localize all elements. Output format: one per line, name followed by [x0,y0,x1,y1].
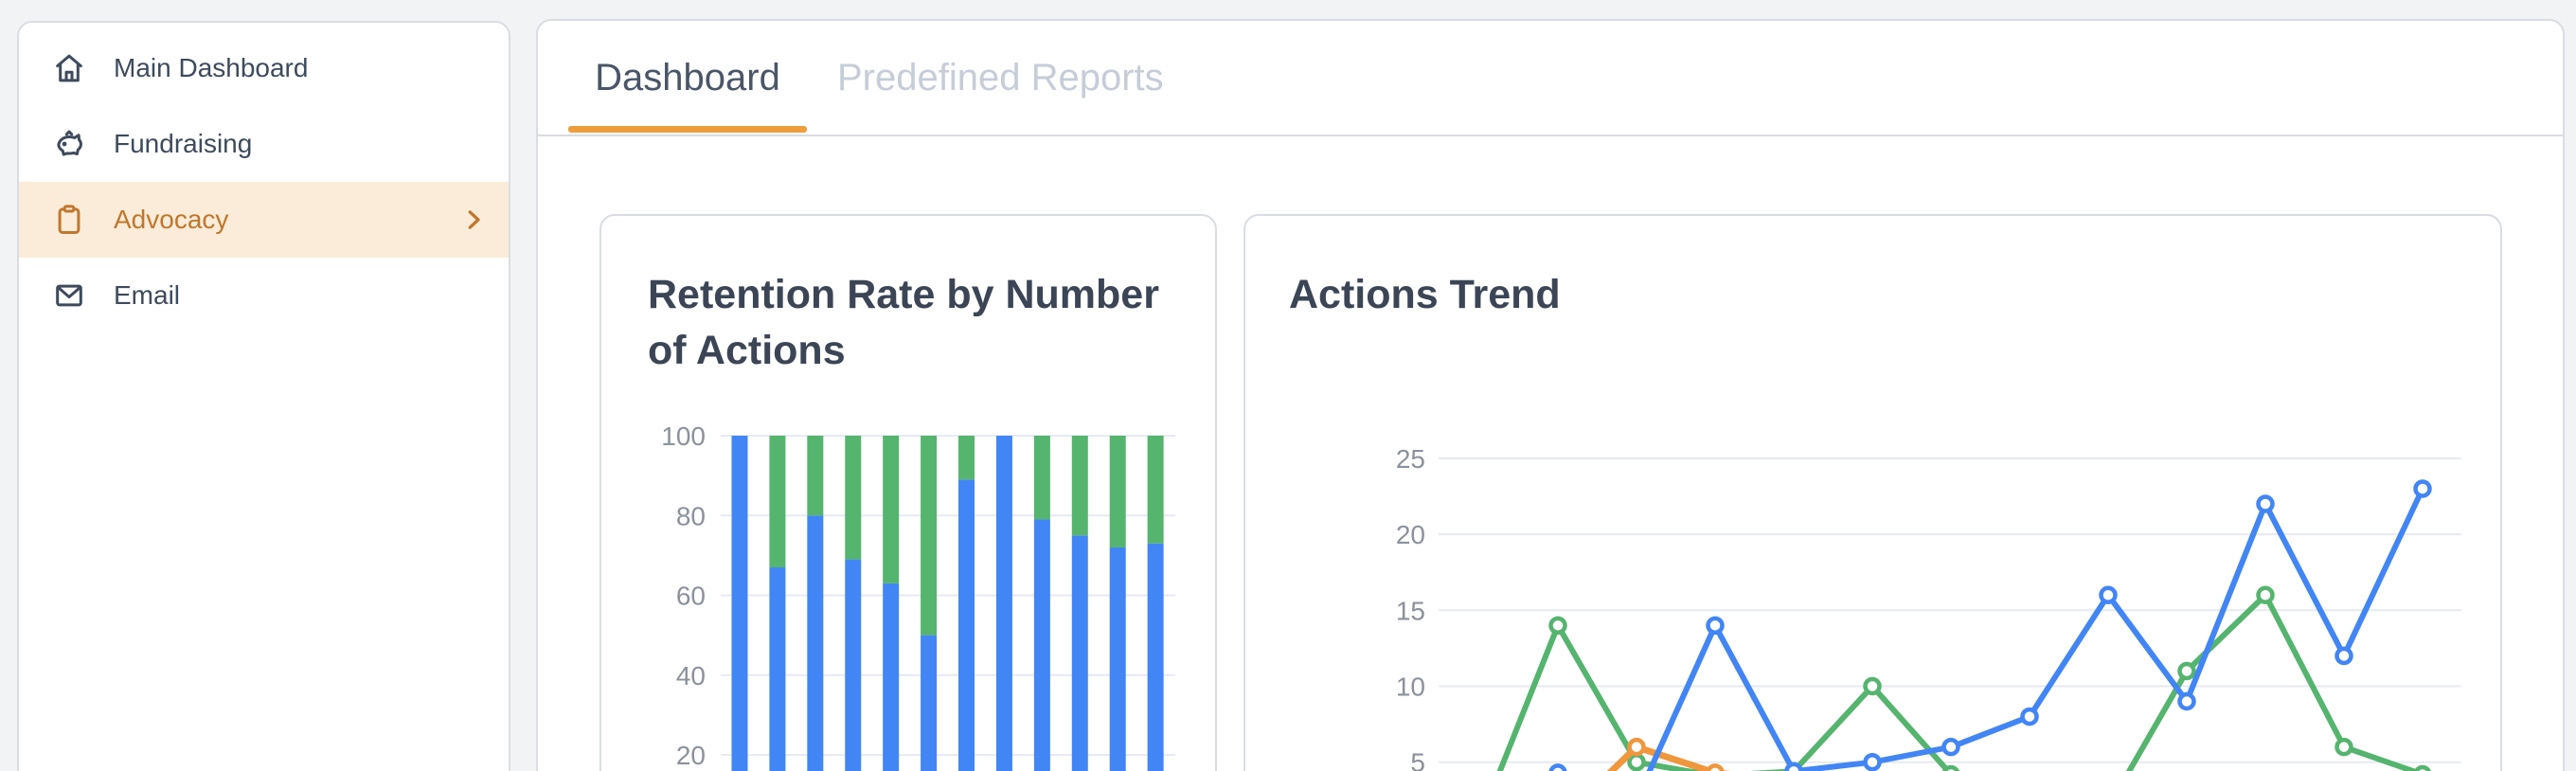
bar-segment-retained [1148,544,1164,771]
sidebar-item-label: Advocacy [114,205,228,235]
y-tick-label: 5 [1410,748,1425,771]
bar-segment-churned [1148,436,1164,544]
bar-segment-retained [1072,535,1088,771]
bar-segment-retained [845,560,861,771]
clipboard-icon [52,203,86,237]
data-point-series-blue [2337,649,2352,663]
actions-trend-card: Actions Trend 252015105 [1243,214,2502,771]
data-point-series-green [1551,619,1565,633]
sidebar: Main Dashboard Fundraising Advocacy [17,21,510,771]
bar-segment-retained [1110,547,1126,771]
sidebar-item-email[interactable]: Email [19,258,509,333]
main-panel: Dashboard Predefined Reports Retention R… [536,19,2565,771]
bar-segment-churned [958,436,975,479]
active-tab-underline [568,126,807,133]
y-tick-label: 100 [661,421,706,451]
sidebar-item-label: Email [114,280,180,311]
bar-segment-churned [1110,436,1126,547]
y-tick-label: 20 [1396,520,1425,549]
actions-trend-line-chart: 25 20 15 10 5 [1245,216,2502,771]
y-tick-label: 60 [676,582,706,611]
data-point-series-blue [1866,755,1880,769]
y-tick-label: 20 [676,741,706,770]
bar-segment-churned [1034,436,1050,519]
data-point-series-blue [1944,740,1959,754]
bar-segment-retained [807,515,823,771]
bar-segment-churned [769,436,785,567]
data-point-series-green [1944,767,1959,771]
bar-segment-retained [883,583,899,771]
bar-segment-retained [958,479,975,771]
y-tick-label: 40 [676,661,706,690]
data-point-series-blue [1551,765,1565,771]
data-point-series-blue [1787,764,1801,771]
sidebar-item-label: Main Dashboard [114,53,308,83]
piggy-bank-icon [52,127,86,161]
chevron-right-icon [459,206,488,234]
retention-bar-chart: 100 80 60 40 20 [601,216,1217,771]
tab-predefined-reports[interactable]: Predefined Reports [807,22,1194,134]
data-point-series-blue [2102,588,2116,602]
data-point-series-green [2337,740,2352,754]
sidebar-item-advocacy[interactable]: Advocacy [19,182,509,258]
data-point-series-green [1866,679,1880,693]
bar-segment-retained [732,436,748,771]
data-point-series-green [2180,664,2194,678]
sidebar-item-label: Fundraising [114,129,252,159]
y-tick-label: 10 [1396,672,1425,702]
bar-segment-retained [921,636,937,771]
data-point-series-green [2416,767,2430,771]
data-point-series-blue [2416,481,2430,495]
app-root: Main Dashboard Fundraising Advocacy [0,0,2576,771]
bar-segment-churned [1072,436,1088,535]
retention-rate-card: Retention Rate by Number of Actions 1008… [599,214,1217,771]
bar-segment-retained [769,567,785,771]
data-point-series-orange [1708,765,1723,771]
envelope-icon [52,278,86,313]
tab-dashboard[interactable]: Dashboard [568,22,807,134]
bar-segment-retained [996,436,1012,771]
bar-segment-churned [845,436,861,560]
tab-bar: Dashboard Predefined Reports [538,21,2563,136]
bar-segment-retained [1034,519,1050,771]
y-tick-label: 15 [1396,596,1425,625]
data-point-series-blue [2259,497,2273,511]
y-tick-label: 80 [676,501,706,530]
bar-segment-churned [883,436,899,583]
data-point-series-blue [2023,709,2037,724]
sidebar-menu: Main Dashboard Fundraising Advocacy [19,23,509,333]
data-point-series-orange [1630,740,1644,754]
data-point-series-blue [2180,694,2194,708]
y-tick-label: 25 [1396,444,1425,474]
bar-segment-churned [807,436,823,515]
data-point-series-green [2259,588,2273,602]
sidebar-item-fundraising[interactable]: Fundraising [19,106,509,182]
sidebar-item-main-dashboard[interactable]: Main Dashboard [19,30,509,106]
data-point-series-green [1630,755,1644,769]
home-icon [52,51,86,85]
data-point-series-blue [1708,619,1723,633]
bar-segment-churned [921,436,937,636]
